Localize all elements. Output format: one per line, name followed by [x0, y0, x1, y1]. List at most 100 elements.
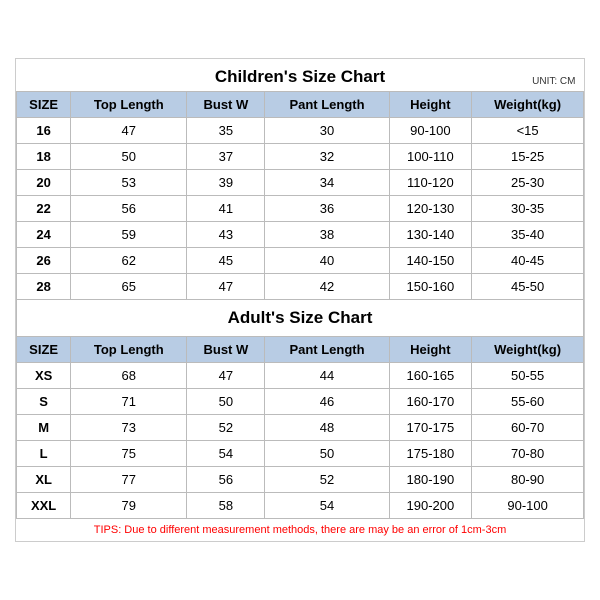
cell: 28 — [17, 274, 71, 300]
cell: S — [17, 389, 71, 415]
cell: 170-175 — [389, 415, 472, 441]
cell: 40-45 — [472, 248, 584, 274]
cell: XL — [17, 467, 71, 493]
cell: 45 — [187, 248, 265, 274]
cell: <15 — [472, 118, 584, 144]
children-col-pant-length: Pant Length — [265, 92, 389, 118]
table-row: XS 68 47 44 160-165 50-55 — [17, 363, 584, 389]
table-row: L 75 54 50 175-180 70-80 — [17, 441, 584, 467]
cell: 46 — [265, 389, 389, 415]
cell: 16 — [17, 118, 71, 144]
cell: 47 — [71, 118, 187, 144]
table-row: 18 50 37 32 100-110 15-25 — [17, 144, 584, 170]
cell: 160-170 — [389, 389, 472, 415]
adult-col-bust-w: Bust W — [187, 337, 265, 363]
children-header-row: SIZE Top Length Bust W Pant Length Heigh… — [17, 92, 584, 118]
tips-text: TIPS: Due to different measurement metho… — [94, 524, 506, 536]
cell: 41 — [187, 196, 265, 222]
cell: 62 — [71, 248, 187, 274]
cell: 54 — [265, 493, 389, 519]
cell: 38 — [265, 222, 389, 248]
cell: 80-90 — [472, 467, 584, 493]
cell: 71 — [71, 389, 187, 415]
cell: 25-30 — [472, 170, 584, 196]
cell: 50 — [187, 389, 265, 415]
cell: 56 — [187, 467, 265, 493]
cell: L — [17, 441, 71, 467]
cell: 34 — [265, 170, 389, 196]
cell: 48 — [265, 415, 389, 441]
unit-label: UNIT: CM — [532, 76, 575, 87]
cell: 60-70 — [472, 415, 584, 441]
cell: 32 — [265, 144, 389, 170]
cell: 70-80 — [472, 441, 584, 467]
cell: 35 — [187, 118, 265, 144]
cell: 42 — [265, 274, 389, 300]
cell: 77 — [71, 467, 187, 493]
cell: 50 — [71, 144, 187, 170]
adult-header-row: SIZE Top Length Bust W Pant Length Heigh… — [17, 337, 584, 363]
cell: 110-120 — [389, 170, 472, 196]
children-col-size: SIZE — [17, 92, 71, 118]
cell: 79 — [71, 493, 187, 519]
table-row: XL 77 56 52 180-190 80-90 — [17, 467, 584, 493]
cell: XXL — [17, 493, 71, 519]
cell: 90-100 — [472, 493, 584, 519]
table-row: XXL 79 58 54 190-200 90-100 — [17, 493, 584, 519]
table-row: 22 56 41 36 120-130 30-35 — [17, 196, 584, 222]
children-chart-title: Children's Size Chart — [215, 67, 385, 87]
cell: 54 — [187, 441, 265, 467]
chart-container: Children's Size Chart UNIT: CM SIZE Top … — [15, 58, 585, 542]
cell: 65 — [71, 274, 187, 300]
cell: 52 — [187, 415, 265, 441]
table-row: 20 53 39 34 110-120 25-30 — [17, 170, 584, 196]
cell: 45-50 — [472, 274, 584, 300]
cell: 30-35 — [472, 196, 584, 222]
tips-row: TIPS: Due to different measurement metho… — [17, 519, 584, 542]
cell: 39 — [187, 170, 265, 196]
cell: 68 — [71, 363, 187, 389]
cell: 75 — [71, 441, 187, 467]
adult-col-weight: Weight(kg) — [472, 337, 584, 363]
cell: 35-40 — [472, 222, 584, 248]
adult-title-row: Adult's Size Chart — [17, 300, 584, 337]
cell: 55-60 — [472, 389, 584, 415]
cell: 120-130 — [389, 196, 472, 222]
cell: 175-180 — [389, 441, 472, 467]
children-col-height: Height — [389, 92, 472, 118]
adult-chart-title: Adult's Size Chart — [228, 308, 373, 327]
cell: 44 — [265, 363, 389, 389]
cell: 90-100 — [389, 118, 472, 144]
cell: 36 — [265, 196, 389, 222]
table-row: 24 59 43 38 130-140 35-40 — [17, 222, 584, 248]
cell: 30 — [265, 118, 389, 144]
cell: XS — [17, 363, 71, 389]
cell: 40 — [265, 248, 389, 274]
cell: 24 — [17, 222, 71, 248]
cell: 47 — [187, 363, 265, 389]
cell: 47 — [187, 274, 265, 300]
cell: 190-200 — [389, 493, 472, 519]
children-title-row: Children's Size Chart UNIT: CM — [17, 59, 584, 92]
cell: 15-25 — [472, 144, 584, 170]
cell: 150-160 — [389, 274, 472, 300]
cell: 22 — [17, 196, 71, 222]
adult-col-pant-length: Pant Length — [265, 337, 389, 363]
adult-col-height: Height — [389, 337, 472, 363]
cell: 180-190 — [389, 467, 472, 493]
adult-col-size: SIZE — [17, 337, 71, 363]
table-row: 16 47 35 30 90-100 <15 — [17, 118, 584, 144]
cell: 58 — [187, 493, 265, 519]
cell: 73 — [71, 415, 187, 441]
cell: 130-140 — [389, 222, 472, 248]
cell: 50-55 — [472, 363, 584, 389]
cell: 59 — [71, 222, 187, 248]
table-row: 28 65 47 42 150-160 45-50 — [17, 274, 584, 300]
table-row: M 73 52 48 170-175 60-70 — [17, 415, 584, 441]
cell: 26 — [17, 248, 71, 274]
adult-col-top-length: Top Length — [71, 337, 187, 363]
cell: 20 — [17, 170, 71, 196]
cell: 50 — [265, 441, 389, 467]
cell: 52 — [265, 467, 389, 493]
children-col-bust-w: Bust W — [187, 92, 265, 118]
